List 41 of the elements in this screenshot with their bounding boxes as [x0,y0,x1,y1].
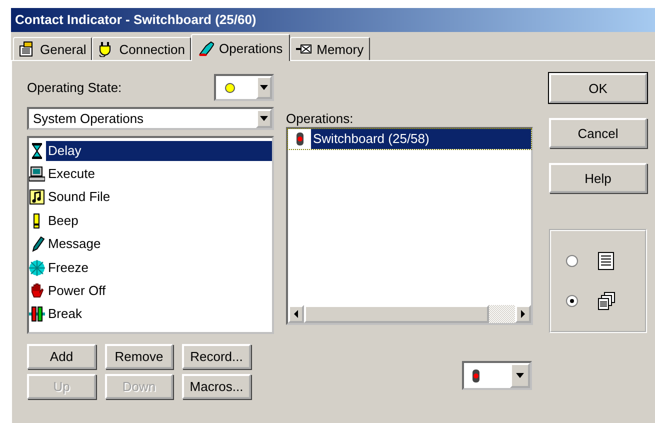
tab[interactable]: General [13,37,92,60]
cascade-windows-icon [598,292,615,310]
tab[interactable]: Operations [191,34,290,61]
list-item[interactable]: Message [46,234,272,254]
scroll-right-icon[interactable] [521,310,525,318]
list-item[interactable]: Execute [46,164,272,184]
action-button[interactable]: Macros... [182,374,251,399]
action-button[interactable]: Record... [182,344,251,369]
hourglass-icon [29,142,45,159]
horizontal-scrollbar[interactable] [288,305,531,323]
list-item[interactable]: Freeze [46,258,272,278]
folder-icon [19,41,35,57]
bars-icon [29,306,45,322]
list-item[interactable]: Power Off [46,281,272,302]
action-button[interactable]: Add [27,344,96,369]
list-item[interactable]: Beep [46,210,272,231]
tab[interactable]: Memory [290,37,370,60]
traffic-light-icon [472,368,480,382]
dialog-button[interactable]: Help [549,163,647,193]
list-item[interactable]: Sound File [46,187,272,208]
dot-icon [224,82,236,94]
traffic-light-icon [296,132,304,146]
snowflake-icon [29,260,45,276]
signal-dropdown[interactable] [462,361,532,390]
list-view-icon [598,252,615,270]
category-dropdown[interactable]: System Operations [27,107,274,130]
scroll-thumb[interactable] [304,305,489,323]
window-title: Contact Indicator - Switchboard (25/60) [11,8,655,32]
operating-state-dropdown[interactable] [214,74,274,101]
operating-state-label: Operating State: [27,80,122,95]
scroll-left-icon[interactable] [294,310,298,318]
tab[interactable]: Connection [92,37,192,60]
radio-button[interactable] [566,255,578,267]
radio-button[interactable] [566,295,578,307]
action-button[interactable]: Remove [105,344,173,369]
list-item[interactable]: Delay [46,140,272,161]
dialog-button[interactable]: Cancel [549,118,647,148]
music-note-icon [29,189,45,206]
list-item[interactable]: Break [46,304,272,324]
dialog-button[interactable]: OK [549,73,647,103]
operations-label: Operations: [286,111,354,127]
